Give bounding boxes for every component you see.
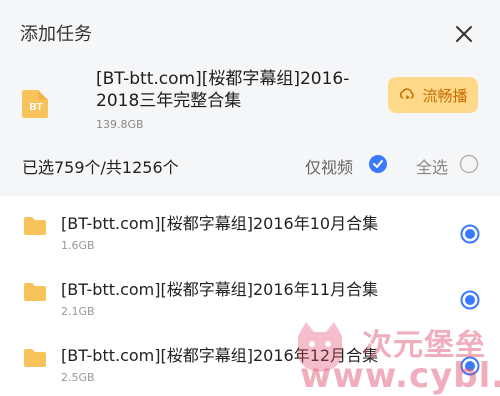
folder-icon	[24, 349, 46, 367]
folder-icon	[24, 283, 46, 301]
list-item-size: 1.6GB	[61, 239, 95, 252]
task-name: [BT-btt.com][桜都字幕组]2016-2018三年完整合集	[96, 69, 350, 111]
stream-play-icon	[400, 88, 415, 100]
select-all-label: 全选	[416, 158, 449, 177]
only-video-label: 仅视频	[305, 158, 354, 177]
close-icon[interactable]	[452, 22, 476, 46]
list-item-size: 2.5GB	[61, 371, 95, 384]
item-checkbox[interactable]	[460, 290, 480, 310]
only-video-checkbox[interactable]	[368, 154, 388, 174]
list-item[interactable]: [BT-btt.com][桜都字幕组]2016年11月合集 2.1GB	[0, 262, 500, 328]
folder-icon	[24, 217, 46, 235]
torrent-file-icon: BT	[22, 90, 48, 118]
smooth-play-button[interactable]: 流畅播	[388, 77, 478, 113]
list-item-name: [BT-btt.com][桜都字幕组]2016年11月合集	[61, 280, 379, 299]
selection-summary: 已选759个/共1256个	[22, 158, 179, 177]
item-checkbox[interactable]	[460, 224, 480, 244]
task-size: 139.8GB	[96, 118, 144, 131]
bt-badge-text: BT	[29, 102, 42, 113]
dialog-header: 添加任务 BT [BT-btt.com][桜都字幕组]2016-2018三年完整…	[0, 0, 500, 196]
watermark-bottom-text: www.cybl.cc	[300, 356, 500, 396]
list-item[interactable]: [BT-btt.com][桜都字幕组]2016年10月合集 1.6GB	[0, 196, 500, 262]
select-all-checkbox[interactable]	[459, 154, 479, 174]
list-item-name: [BT-btt.com][桜都字幕组]2016年10月合集	[61, 214, 379, 233]
dialog-title: 添加任务	[20, 24, 92, 45]
list-item-size: 2.1GB	[61, 305, 95, 318]
smooth-play-label: 流畅播	[422, 86, 468, 105]
